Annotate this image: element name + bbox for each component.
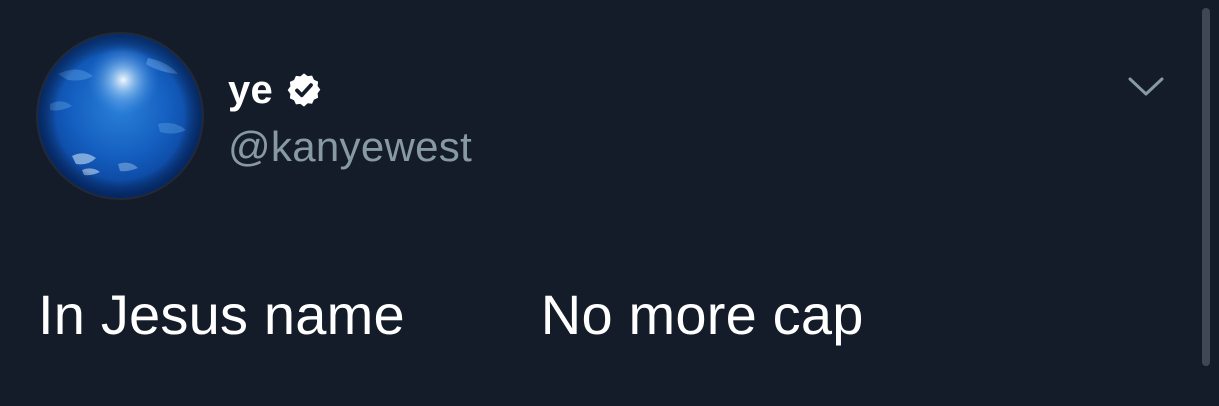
profile-avatar[interactable] xyxy=(38,34,202,198)
scrollbar[interactable] xyxy=(1202,8,1210,366)
tweet-text: In Jesus name No more cap xyxy=(38,280,864,350)
tweet-card: ye @kanyewest In Jesus name No more cap xyxy=(0,0,1219,406)
chevron-down-icon[interactable] xyxy=(1126,72,1166,102)
user-handle[interactable]: @kanyewest xyxy=(228,121,472,173)
tweet-text-part-2: No more cap xyxy=(540,283,864,346)
name-row: ye xyxy=(228,66,323,114)
earth-avatar-icon xyxy=(38,34,202,198)
display-name[interactable]: ye xyxy=(228,66,273,114)
tweet-text-part-1: In Jesus name xyxy=(38,283,405,346)
verified-badge-icon xyxy=(287,73,321,107)
